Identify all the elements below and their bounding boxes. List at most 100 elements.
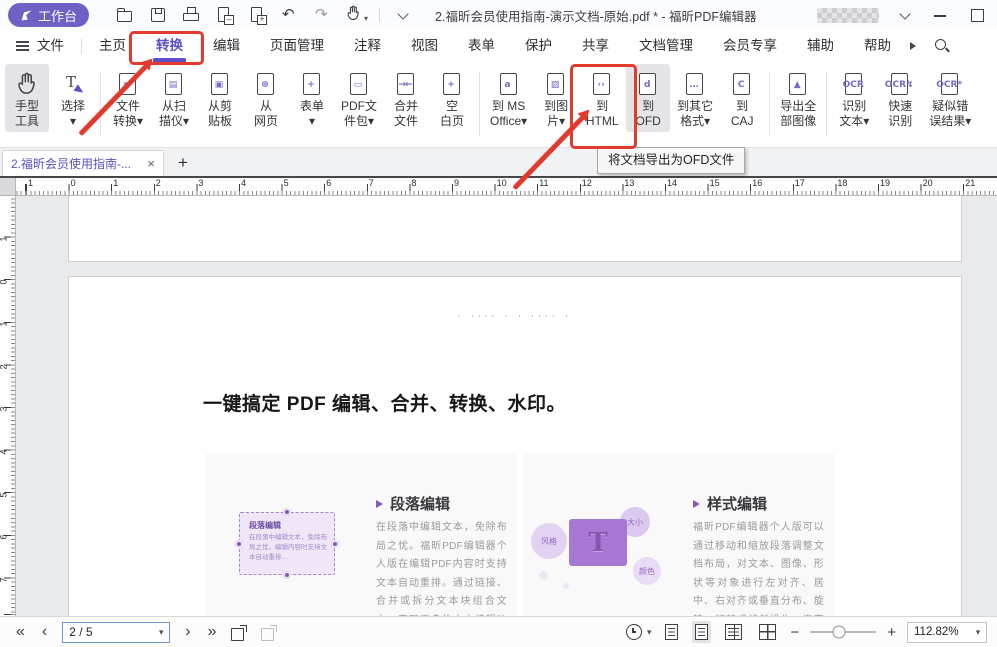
ribbon-select-button[interactable]: 选择 ▾ xyxy=(51,64,95,132)
select-text-icon xyxy=(62,71,84,97)
document-tab-bar: 2.福昕会员使用指南-... × + xyxy=(0,148,997,176)
undo-icon[interactable] xyxy=(280,5,300,25)
menu-tab-accessibility[interactable]: 辅助 xyxy=(792,30,849,62)
new-tab-button[interactable]: + xyxy=(178,151,188,175)
selection-handle xyxy=(283,508,291,516)
ribbon-divider xyxy=(100,72,101,136)
menu-tab-convert[interactable]: 转换 xyxy=(141,30,198,62)
zoom-slider[interactable] xyxy=(810,631,876,633)
ocr-recognize-text-icon xyxy=(843,71,865,97)
chevron-down-icon[interactable]: ▾ xyxy=(970,627,986,638)
zoom-in-button[interactable]: + xyxy=(887,624,896,641)
view-continuous-button[interactable] xyxy=(692,621,711,643)
ribbon-ocr-quick-button[interactable]: 快速 识别 xyxy=(878,64,922,132)
h-ruler-label: 18 xyxy=(837,178,847,188)
ribbon-blank-page-button[interactable]: 空 白页 xyxy=(430,64,474,132)
ribbon-to-html-button[interactable]: 到 HTML xyxy=(580,64,624,132)
previous-page-button[interactable]: ‹ xyxy=(40,624,49,640)
page-number-combobox[interactable]: 2 / 5 ▾ xyxy=(62,622,170,643)
ribbon-ocr-suspect-errors-button[interactable]: 疑似错 误结果▾ xyxy=(924,64,976,132)
ribbon-from-scanner-button[interactable]: 从扫 描仪▾ xyxy=(152,64,196,132)
view-facing-button[interactable] xyxy=(722,621,745,643)
document-canvas[interactable]: · ···· · · ···· · 一键搞定 PDF 编辑、合并、转换、水印。 … xyxy=(16,196,997,616)
menu-bar: 文件 主页 转换 编辑 页面管理 注释 视图 表单 保护 共享 文档管理 会员专… xyxy=(0,30,997,62)
collapse-toolbar-chevron-icon[interactable] xyxy=(393,5,413,25)
bullet-triangle-icon xyxy=(376,500,383,508)
ribbon-ocr-recognize-text-button[interactable]: 识别 文本▾ xyxy=(832,64,876,132)
ribbon-from-web-button[interactable]: 从 网页 xyxy=(244,64,288,132)
ribbon-file-convert-button[interactable]: 文件 转换▾ xyxy=(106,64,150,132)
ribbon-to-image-button[interactable]: 到图 片▾ xyxy=(534,64,578,132)
document-title: 2.福昕会员使用指南-演示文档-原始.pdf * - 福昕PDF编辑器 xyxy=(435,6,757,25)
snapshot-icon[interactable] xyxy=(231,624,248,641)
h-ruler-label: 17 xyxy=(795,178,805,188)
menu-tab-comment[interactable]: 注释 xyxy=(339,30,396,62)
workspace-label: 工作台 xyxy=(38,6,77,25)
insert-page-icon[interactable] xyxy=(247,5,267,25)
close-tab-icon[interactable]: × xyxy=(147,156,155,171)
menu-tab-form[interactable]: 表单 xyxy=(453,30,510,62)
merge-files-icon xyxy=(395,71,417,97)
ribbon-form-button[interactable]: 表单 ▾ xyxy=(290,64,334,132)
page-number-value: 2 / 5 xyxy=(63,625,153,639)
view-facing-continuous-button[interactable] xyxy=(756,621,779,643)
first-page-button[interactable]: « xyxy=(14,624,27,640)
hamburger-icon xyxy=(16,45,29,47)
menu-tab-help[interactable]: 帮助 xyxy=(849,30,906,62)
page-heading: 一键搞定 PDF 编辑、合并、转换、水印。 xyxy=(203,389,566,416)
account-chevron-icon[interactable] xyxy=(895,5,915,25)
menu-tab-share[interactable]: 共享 xyxy=(567,30,624,62)
workspace-button[interactable]: 工作台 xyxy=(8,3,89,27)
h-ruler-label: 12 xyxy=(582,178,592,188)
menu-tab-view[interactable]: 视图 xyxy=(396,30,453,62)
h-ruler-label: 4 xyxy=(241,178,246,188)
zoom-slider-thumb[interactable] xyxy=(833,626,846,639)
menu-tab-edit[interactable]: 编辑 xyxy=(198,30,255,62)
menu-tab-protect[interactable]: 保护 xyxy=(510,30,567,62)
letter-t-square: T xyxy=(569,519,627,566)
maximize-button[interactable] xyxy=(967,5,987,25)
ribbon-merge-files-button[interactable]: 合并 文件 xyxy=(384,64,428,132)
search-icon[interactable] xyxy=(932,36,952,56)
ribbon-export-all-images-button[interactable]: 导出全 部图像 xyxy=(775,64,821,132)
paragraph-edit-thumbnail: 段落编辑 在段落中编辑文本，免除布局之忧。编辑内容时支持文本自动重排... xyxy=(239,512,335,575)
extract-page-icon[interactable] xyxy=(214,5,234,25)
menu-tab-document-management[interactable]: 文档管理 xyxy=(624,30,708,62)
h-ruler-label: 11 xyxy=(539,178,548,188)
next-page-button[interactable]: › xyxy=(183,624,192,640)
zoom-level-combobox[interactable]: 112.82% ▾ xyxy=(907,622,987,643)
open-file-icon[interactable] xyxy=(115,5,135,25)
ribbon-pdf-package-button[interactable]: PDF文 件包▾ xyxy=(336,64,382,132)
hand-icon xyxy=(346,5,361,21)
ribbon-hand-tool-button[interactable]: 手型 工具 xyxy=(5,64,49,132)
web-page-icon xyxy=(255,71,277,97)
menu-tab-home[interactable]: 主页 xyxy=(84,30,141,62)
card-title: 段落编辑 xyxy=(390,493,450,514)
account-name-blurred[interactable] xyxy=(817,8,879,23)
color-bubble: 颜色 xyxy=(633,557,661,585)
chevron-down-icon[interactable]: ▾ xyxy=(647,627,652,638)
print-icon[interactable] xyxy=(181,5,201,25)
zoom-out-button[interactable]: − xyxy=(790,624,799,641)
save-icon[interactable] xyxy=(148,5,168,25)
last-page-button[interactable]: » xyxy=(206,624,219,640)
ribbon-to-ms-office-button[interactable]: 到 MS Office▾ xyxy=(485,64,532,132)
blank-page-icon xyxy=(441,71,463,97)
ribbon-from-clipboard-button[interactable]: 从剪 贴板 xyxy=(198,64,242,132)
menu-tab-file[interactable]: 文件 xyxy=(0,30,79,62)
menu-tab-member-exclusive[interactable]: 会员专享 xyxy=(708,30,792,62)
minimize-button[interactable] xyxy=(931,5,951,25)
document-tab-active[interactable]: 2.福昕会员使用指南-... × xyxy=(2,150,164,176)
ribbon-to-ofd-button[interactable]: 到 OFD xyxy=(626,64,670,132)
menu-tab-page-management[interactable]: 页面管理 xyxy=(255,30,339,62)
hand-tool-quick-icon[interactable] xyxy=(346,5,366,25)
menu-overflow-icon[interactable] xyxy=(910,42,916,50)
chevron-down-icon[interactable]: ▾ xyxy=(153,627,169,638)
ribbon-to-caj-button[interactable]: 到 CAJ xyxy=(720,64,764,132)
rotate-view-icon[interactable] xyxy=(626,624,642,640)
ribbon-to-other-format-button[interactable]: 到其它 格式▾ xyxy=(672,64,718,132)
h-ruler-label: 8 xyxy=(411,178,416,188)
redo-icon[interactable] xyxy=(313,5,333,25)
style-bubble: 风格 xyxy=(531,523,567,559)
view-single-page-button[interactable] xyxy=(662,621,681,643)
